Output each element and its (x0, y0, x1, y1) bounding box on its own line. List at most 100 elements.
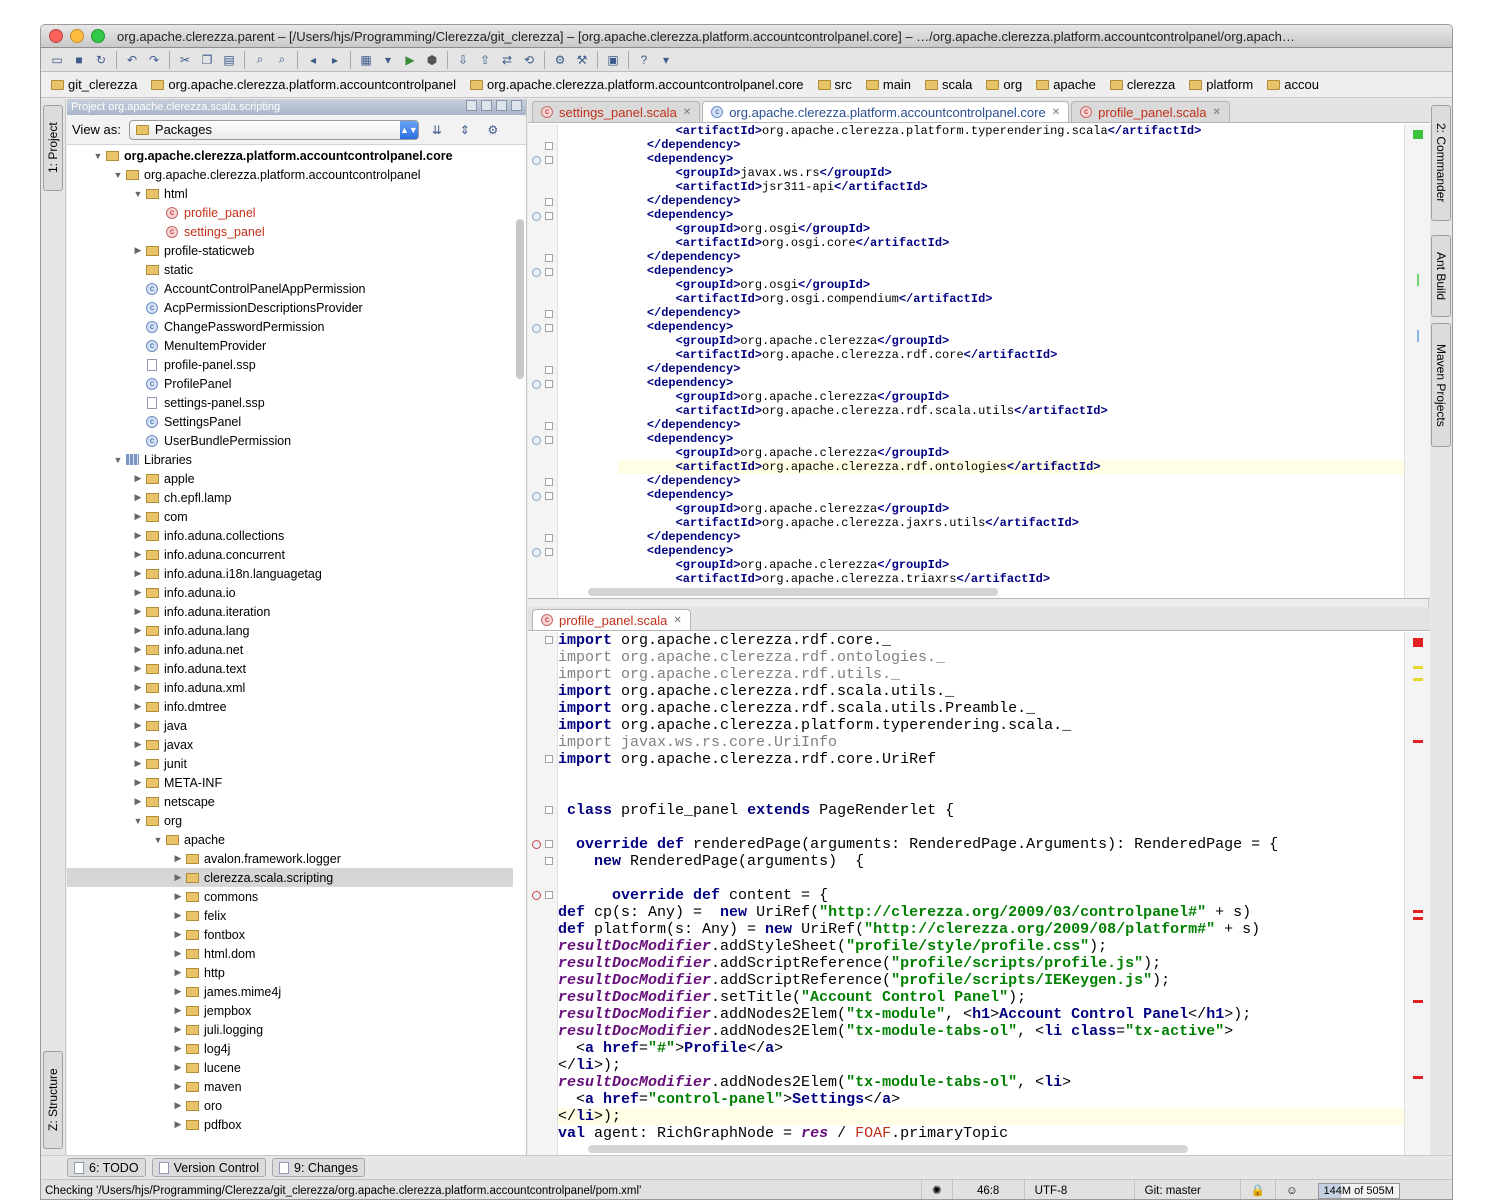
collapsed-arrow-icon[interactable]: ▶ (171, 891, 185, 902)
collapsed-arrow-icon[interactable]: ▶ (171, 853, 185, 864)
tree-row[interactable]: ▶ javax (67, 735, 513, 754)
tree-row[interactable]: static (67, 260, 513, 279)
copy-icon[interactable]: ❐ (197, 51, 217, 69)
collapsed-arrow-icon[interactable]: ▶ (171, 1081, 185, 1092)
close-tab-icon[interactable]: ✕ (683, 107, 691, 118)
maven-projects-tool-tab[interactable]: Maven Projects (1431, 323, 1451, 447)
scala-code-area[interactable]: import org.apache.clerezza.rdf.core._imp… (558, 632, 1404, 1143)
background-task-icon[interactable]: ✺ (921, 1179, 952, 1199)
fold-icon[interactable] (545, 534, 553, 542)
save-icon[interactable]: ■ (69, 51, 89, 69)
dependency-marker-icon[interactable] (532, 380, 541, 389)
tree-row[interactable]: ▼ org (67, 811, 513, 830)
collapsed-arrow-icon[interactable]: ▶ (131, 530, 145, 541)
tree-row[interactable]: c UserBundlePermission (67, 431, 513, 450)
back-icon[interactable]: ◂ (303, 51, 323, 69)
collapse-icon[interactable]: ⇕ (455, 121, 475, 139)
tree-row[interactable]: ▼ org.apache.clerezza.platform.accountcon… (67, 165, 513, 184)
fold-icon[interactable] (545, 755, 553, 763)
fold-icon[interactable] (545, 436, 553, 444)
code-line[interactable]: import org.apache.clerezza.rdf.core.UriR… (558, 751, 1404, 768)
code-line[interactable]: </dependency> (618, 474, 1404, 488)
code-line[interactable]: resultDocModifier.addNodes2Elem("tx-modu… (558, 1006, 1404, 1023)
fold-icon[interactable] (545, 380, 553, 388)
collapsed-arrow-icon[interactable]: ▶ (171, 1024, 185, 1035)
fold-icon[interactable] (545, 636, 553, 644)
code-line[interactable]: </dependency> (618, 194, 1404, 208)
code-line[interactable]: <a href="#">Profile</a> (558, 1040, 1404, 1057)
view-as-select[interactable]: Packages ▲▼ (128, 119, 419, 140)
tree-row[interactable]: ▶ info.aduna.net (67, 640, 513, 659)
tree-row[interactable]: ▶ maven (67, 1077, 513, 1096)
collapsed-arrow-icon[interactable]: ▶ (131, 568, 145, 579)
minimize-window-button[interactable] (70, 29, 84, 43)
tree-row[interactable]: c ChangePasswordPermission (67, 317, 513, 336)
code-line[interactable]: <groupId>org.apache.clerezza</groupId> (618, 446, 1404, 460)
cut-icon[interactable]: ✂ (175, 51, 195, 69)
redo-icon[interactable]: ↷ (144, 51, 164, 69)
collapsed-arrow-icon[interactable]: ▶ (131, 777, 145, 788)
code-line[interactable]: import org.apache.clerezza.rdf.core._ (558, 632, 1404, 649)
code-line[interactable]: resultDocModifier.addNodes2Elem("tx-modu… (558, 1074, 1404, 1091)
tree-row[interactable]: ▶ netscape (67, 792, 513, 811)
tree-row[interactable]: ▼ Libraries (67, 450, 513, 469)
tree-row[interactable]: c profile_panel (67, 203, 513, 222)
breadcrumb-item[interactable]: org.apache.clerezza.platform.accountcont… (470, 77, 804, 92)
tree-row[interactable]: ▶ fontbox (67, 925, 513, 944)
breadcrumb-item[interactable]: apache (1036, 77, 1096, 92)
sync-icon[interactable]: ↻ (91, 51, 111, 69)
code-line[interactable]: <groupId>javax.ws.rs</groupId> (618, 166, 1404, 180)
project-tree-scrollbar[interactable] (516, 219, 524, 379)
editor-gutter[interactable] (528, 124, 558, 598)
breadcrumb-item[interactable]: clerezza (1109, 77, 1175, 92)
tree-row[interactable]: ▶ ch.epfl.lamp (67, 488, 513, 507)
tree-row[interactable]: ▶ info.dmtree (67, 697, 513, 716)
breadcrumb-item[interactable]: accou (1267, 77, 1319, 92)
inspector-icon[interactable]: ☺ (1274, 1179, 1308, 1199)
tree-row[interactable]: ▶ info.aduna.io (67, 583, 513, 602)
code-line[interactable]: <artifactId>jsr311-api</artifactId> (618, 180, 1404, 194)
fold-icon[interactable] (545, 492, 553, 500)
tree-row[interactable]: c AcpPermissionDescriptionsProvider (67, 298, 513, 317)
breadcrumb-item[interactable]: main (865, 77, 911, 92)
tree-row[interactable]: c ProfilePanel (67, 374, 513, 393)
dependency-marker-icon[interactable] (532, 268, 541, 277)
collapsed-arrow-icon[interactable]: ▶ (131, 701, 145, 712)
code-line[interactable]: resultDocModifier.addScriptReference("pr… (558, 972, 1404, 989)
collapsed-arrow-icon[interactable]: ▶ (131, 682, 145, 693)
code-line[interactable]: </dependency> (618, 306, 1404, 320)
close-window-button[interactable] (49, 29, 63, 43)
code-line[interactable]: class profile_panel extends PageRenderle… (558, 802, 1404, 819)
breadcrumb-item[interactable]: platform (1189, 77, 1253, 92)
code-line[interactable]: override def content = { (558, 887, 1404, 904)
code-line[interactable]: <artifactId>org.apache.clerezza.triaxrs<… (618, 572, 1404, 586)
tree-row[interactable]: ▶ clerezza.scala.scripting (67, 868, 513, 887)
collapsed-arrow-icon[interactable]: ▶ (131, 511, 145, 522)
tree-row[interactable]: ▶ junit (67, 754, 513, 773)
expanded-arrow-icon[interactable]: ▼ (91, 151, 105, 161)
code-line[interactable]: <artifactId>org.apache.clerezza.jaxrs.ut… (618, 516, 1404, 530)
fold-icon[interactable] (545, 891, 553, 899)
code-line[interactable]: import org.apache.clerezza.rdf.scala.uti… (558, 700, 1404, 717)
tree-row[interactable]: settings-panel.ssp (67, 393, 513, 412)
tool-button-version-control[interactable]: Version Control (151, 1158, 267, 1177)
tree-row[interactable]: ▼ org.apache.clerezza.platform.accountcon… (67, 146, 513, 165)
tree-row[interactable]: ▶ juli.logging (67, 1020, 513, 1039)
tree-row[interactable]: ▶ java (67, 716, 513, 735)
breadcrumb-item[interactable]: scala (925, 77, 972, 92)
code-line[interactable]: import org.apache.clerezza.rdf.scala.uti… (558, 683, 1404, 700)
hide-panel-icon[interactable] (511, 100, 522, 111)
tree-row[interactable]: ▶ META-INF (67, 773, 513, 792)
toolbar-dropdown[interactable]: ▾ (656, 51, 676, 69)
code-line[interactable]: </dependency> (618, 418, 1404, 432)
tree-row[interactable]: ▶ info.aduna.collections (67, 526, 513, 545)
tree-row[interactable]: ▶ commons (67, 887, 513, 906)
fold-icon[interactable] (545, 268, 553, 276)
dependency-marker-icon[interactable] (532, 324, 541, 333)
fold-icon[interactable] (545, 156, 553, 164)
forward-icon[interactable]: ▸ (325, 51, 345, 69)
tree-row[interactable]: ▶ info.aduna.lang (67, 621, 513, 640)
code-line[interactable]: <dependency> (618, 264, 1404, 278)
expanded-arrow-icon[interactable]: ▼ (111, 455, 125, 465)
compile-icon[interactable]: ▦ (356, 51, 376, 69)
